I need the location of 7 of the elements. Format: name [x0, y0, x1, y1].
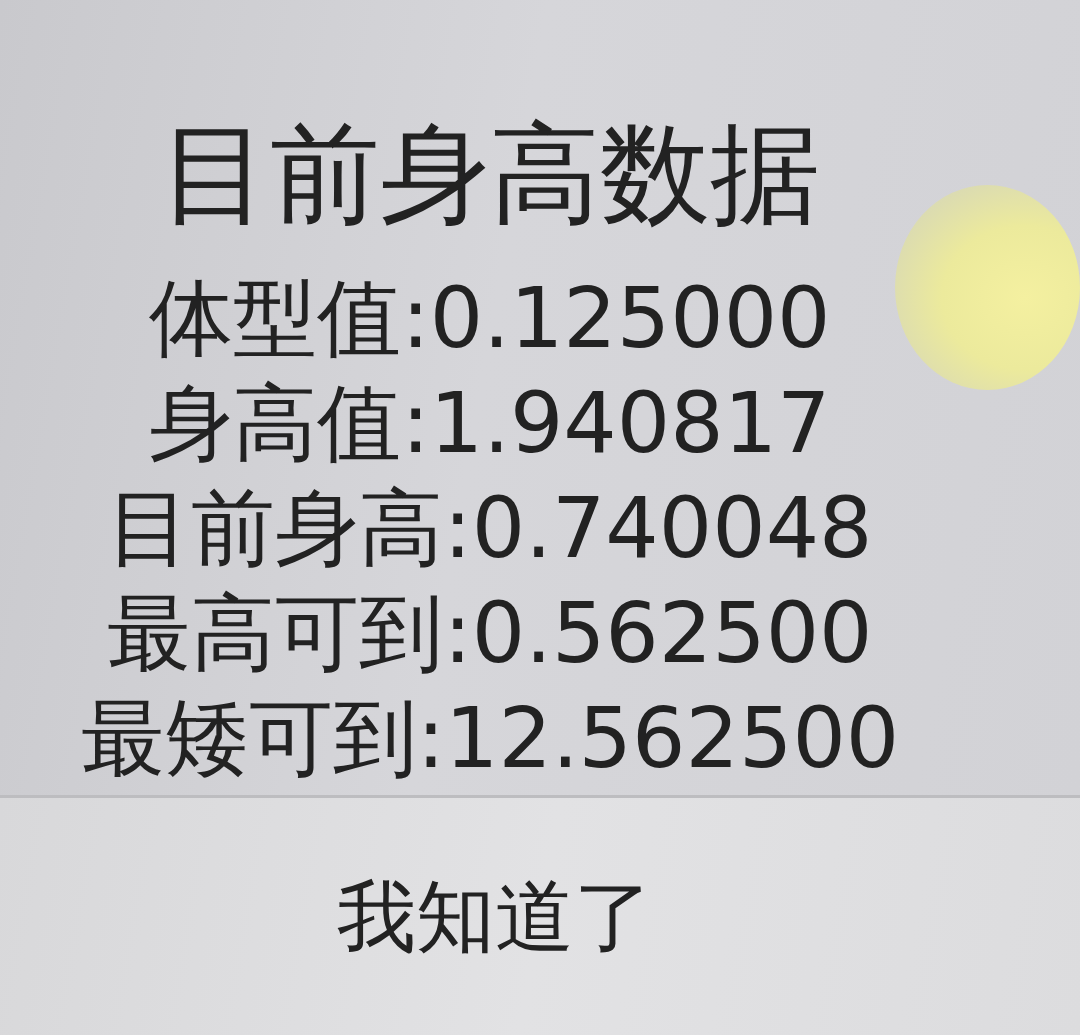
data-line: 目前身高:0.740048 [107, 478, 873, 579]
data-line: 体型值:0.125000 [149, 268, 831, 369]
confirm-button[interactable]: 我知道了 [0, 798, 1080, 1035]
data-line: 最高可到:0.562500 [107, 583, 873, 684]
dialog-title: 目前身高数据 [160, 109, 820, 240]
data-line: 身高值:1.940817 [149, 373, 831, 474]
data-line: 最矮可到:12.562500 [80, 688, 900, 789]
